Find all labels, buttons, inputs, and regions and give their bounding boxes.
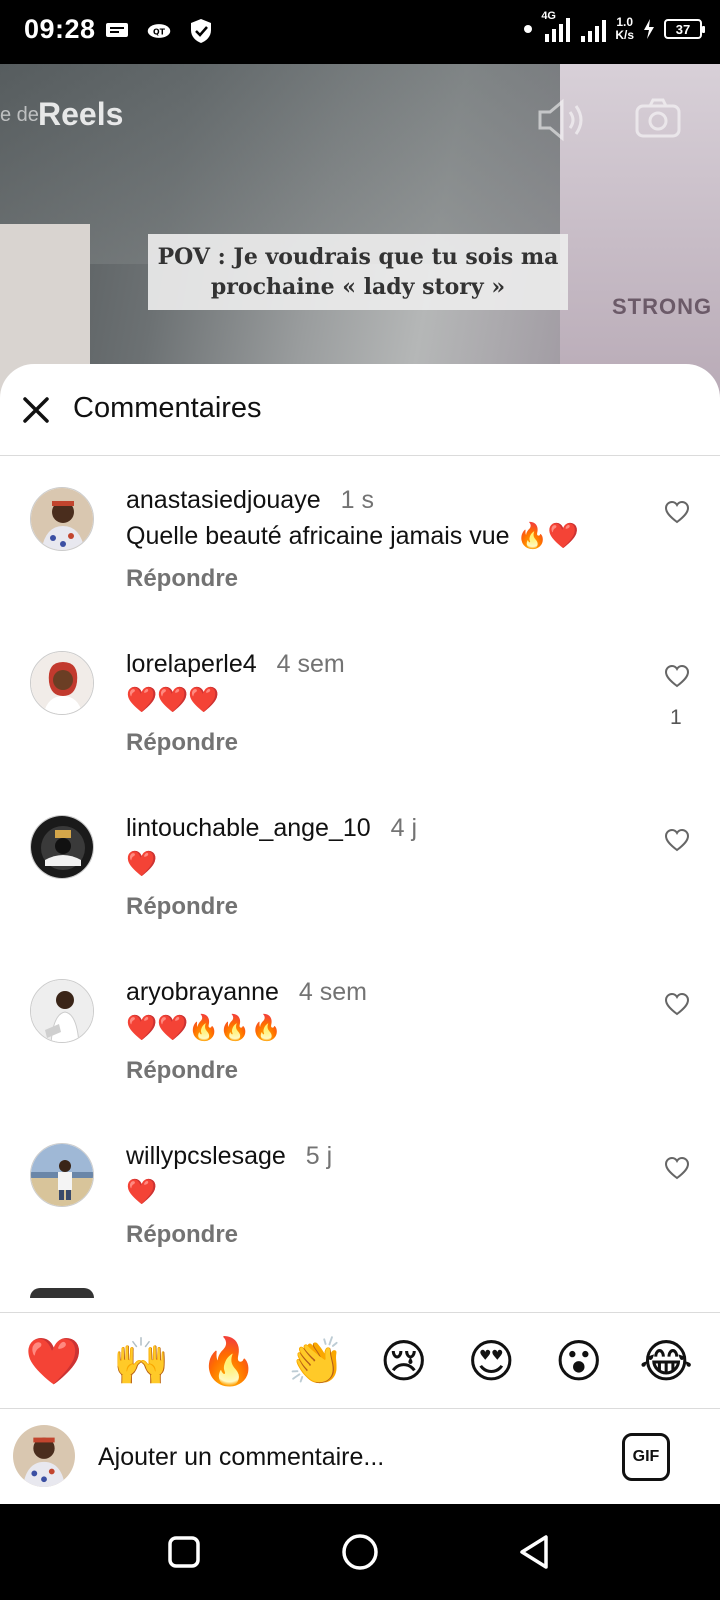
caption-line-2: prochaine « lady story » [210,274,506,300]
comment-input-bar: GIF [0,1408,720,1504]
comments-list: anastasiedjouaye 1 s Quelle beauté africa… [0,456,720,1298]
avatar[interactable] [30,487,94,551]
video-caption: POV : Je voudrais que tu sois ma prochai… [148,234,568,310]
reels-title: Reels [38,96,124,132]
emoji-laughing[interactable]: 😂 [631,1331,701,1391]
camera-icon[interactable] [634,96,682,140]
back-button[interactable] [516,1532,556,1572]
svg-text:QT: QT [153,27,166,36]
emoji-clap[interactable]: 👏 [281,1331,351,1391]
comment-item: lorelaperle4 4 sem ❤️❤️❤️ Répondre 1 [0,620,720,784]
comment-text: ❤️❤️❤️ [126,686,220,714]
close-button[interactable] [18,392,54,428]
reply-button[interactable]: Répondre [126,893,238,921]
emoji-heart-eyes[interactable]: 😍 [456,1331,526,1391]
circle-icon [342,1534,378,1570]
avatar[interactable] [30,979,94,1043]
vpn-icon: QT [146,18,172,44]
triangle-back-icon [520,1535,548,1569]
comment-item: willypcslesage 5 j ❤️ Répondre [0,1112,720,1276]
comment-time: 4 sem [298,978,367,1006]
emoji-fire[interactable]: 🔥 [194,1331,264,1391]
heart-icon[interactable] [664,500,690,524]
status-time: 09:28 [24,14,96,44]
comment-username[interactable]: lintouchable_ange_10 4 j [126,814,417,843]
status-left-icons: QT [104,18,214,44]
caption-line-1: POV : Je voudrais que tu sois ma [157,244,559,270]
emoji-heart[interactable]: ❤️ [19,1331,89,1391]
reels-prefix-text: e de [0,104,39,126]
status-right-icons: 4G 1.0 K/s 37 [523,10,705,44]
comment-time: 1 s [340,486,374,514]
network-speed: 1.0 K/s [615,15,634,42]
comment-text: ❤️ [126,1178,158,1206]
emoji-crying[interactable]: 😢 [369,1331,439,1391]
comment-text: ❤️ [126,850,158,878]
signal-icon [581,20,607,42]
current-user-avatar [13,1425,75,1487]
brand-text: STRONG [612,294,713,319]
square-icon [168,1536,200,1568]
avatar[interactable] [30,651,94,715]
comment-time: 4 sem [276,650,345,678]
avatar[interactable] [30,1143,94,1207]
comment-time: 4 j [390,814,418,842]
recents-button[interactable] [164,1532,204,1572]
shield-icon [188,18,214,44]
reply-button[interactable]: Répondre [126,1221,238,1249]
battery-indicator: 37 [664,19,705,39]
next-comment-avatar-peek [30,1288,94,1298]
reply-button[interactable]: Répondre [126,565,238,593]
reply-button[interactable]: Répondre [126,729,238,757]
navigation-bar [0,1504,720,1600]
home-button[interactable] [340,1532,380,1572]
speaker-icon[interactable] [536,96,588,144]
comment-username[interactable]: aryobrayanne 4 sem [126,978,367,1007]
reply-button[interactable]: Répondre [126,1057,238,1085]
comment-username[interactable]: willypcslesage 5 j [126,1142,332,1171]
emoji-quick-reactions: ❤️ 🙌 🔥 👏 😢 😍 😮 😂 [0,1312,720,1408]
comment-username[interactable]: lorelaperle4 4 sem [126,650,345,679]
comment-text: ❤️❤️🔥🔥🔥 [126,1014,282,1042]
heart-icon[interactable] [664,992,690,1016]
avatar[interactable] [30,815,94,879]
comment-item: lintouchable_ange_10 4 j ❤️ Répondre [0,784,720,948]
signal-4g-icon: 4G [541,10,571,44]
emoji-surprised[interactable]: 😮 [544,1331,614,1391]
sheet-header: Commentaires [0,364,720,456]
emoji-raised-hands[interactable]: 🙌 [106,1331,176,1391]
comment-input[interactable] [98,1437,578,1477]
heart-icon[interactable] [664,664,690,688]
charging-icon [644,19,654,39]
heart-icon[interactable] [664,1156,690,1180]
comment-item: anastasiedjouaye 1 s Quelle beauté africa… [0,456,720,620]
message-icon [104,18,130,44]
gif-button[interactable]: GIF [622,1433,670,1481]
like-count: 1 [670,706,682,729]
reel-video[interactable]: e de Reels POV : Je voudrais que tu sois… [0,64,720,404]
dot-icon [524,25,533,33]
comment-username[interactable]: anastasiedjouaye 1 s [126,486,374,515]
comment-text: Quelle beauté africaine jamais vue 🔥❤️ [126,522,579,550]
sheet-title: Commentaires [73,392,262,424]
comment-time: 5 j [305,1142,333,1170]
comment-item: aryobrayanne 4 sem ❤️❤️🔥🔥🔥 Répondre [0,948,720,1112]
heart-icon[interactable] [664,828,690,852]
close-icon [23,397,49,423]
status-bar: 09:28 QT 4G 1.0 K/s 37 [0,0,720,64]
